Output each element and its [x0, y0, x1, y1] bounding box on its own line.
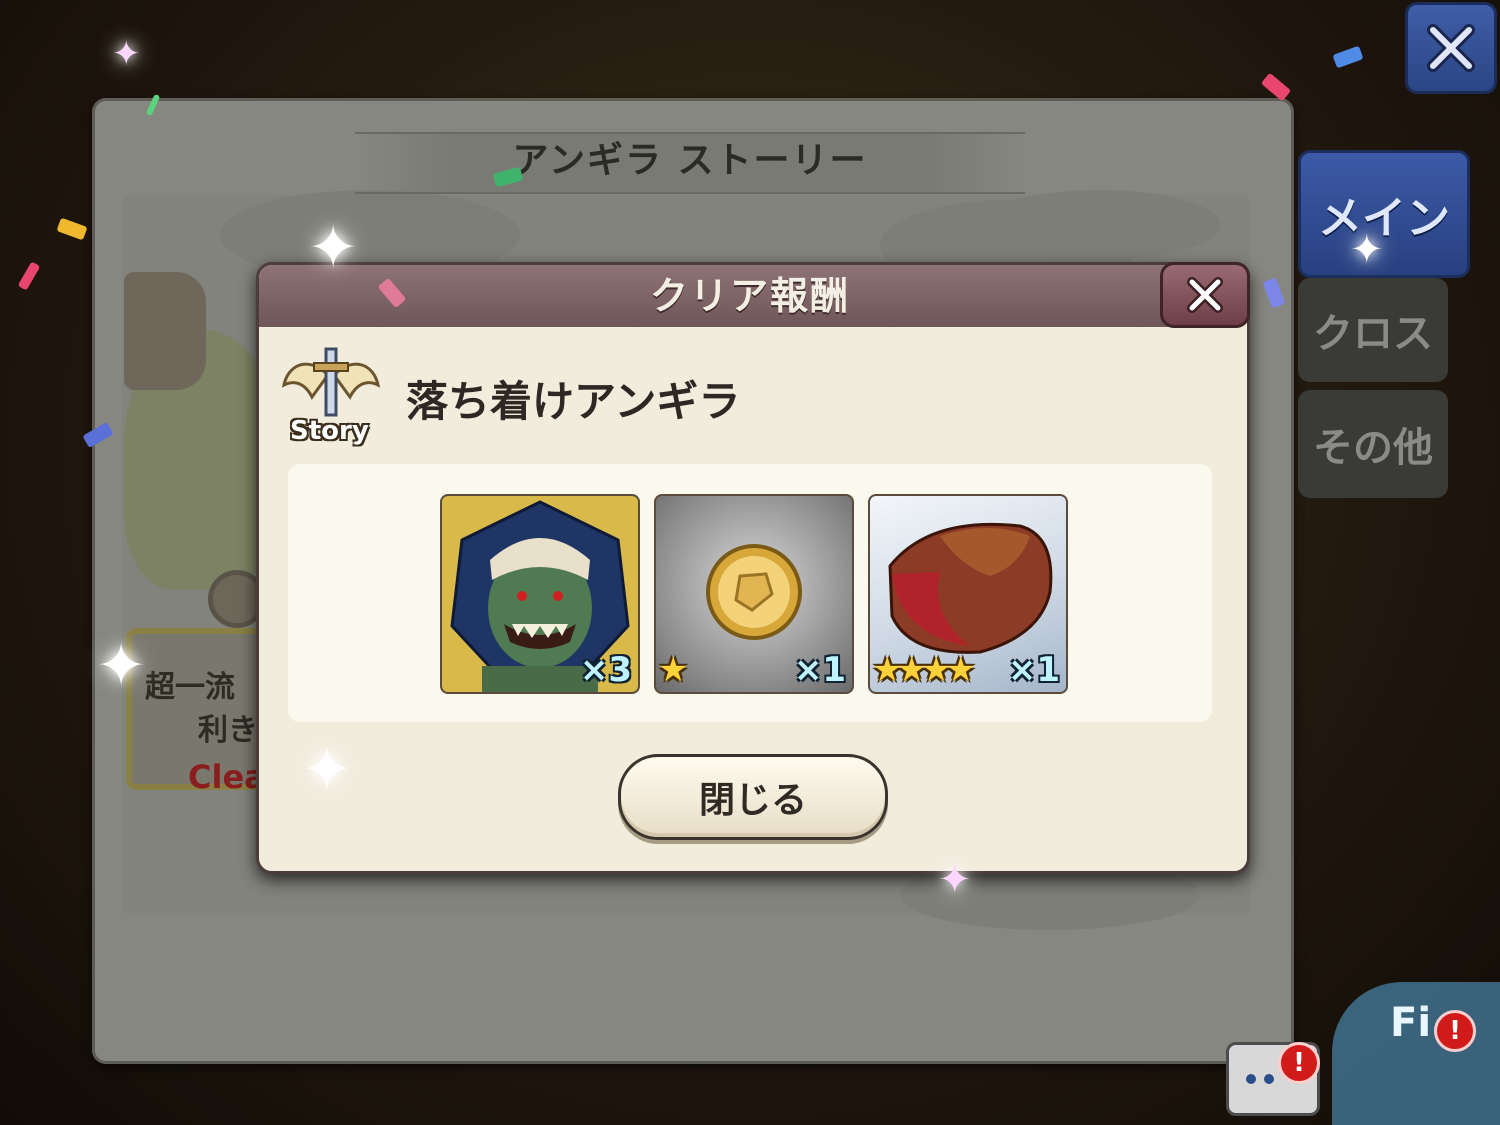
sparkle-decoration: ✦ — [96, 631, 147, 701]
reward-rarity-stars: ★★★★ — [872, 650, 976, 690]
reward-quantity: ×1 — [1007, 650, 1060, 690]
reward-orc-monster[interactable]: ×3 — [440, 494, 640, 694]
sparkle-decoration: ✦ — [112, 34, 141, 74]
tab-other[interactable]: その他 — [1298, 390, 1448, 498]
chat-alert-badge: ! — [1278, 1042, 1320, 1084]
sparkle-decoration: ✦ — [1350, 227, 1384, 273]
cloud-decoration — [980, 190, 1220, 260]
confetti-decoration — [56, 217, 88, 241]
quest-clear-status: Clea — [188, 758, 256, 796]
close-icon — [1187, 277, 1223, 313]
tab-main[interactable]: メイン — [1298, 150, 1470, 278]
dialog-close-button[interactable] — [1160, 262, 1250, 328]
quest-card-title-line1: 超一流 — [145, 670, 235, 705]
quest-name: 落ち着けアンギラ — [406, 377, 741, 426]
reward-quantity: ×1 — [793, 650, 846, 690]
field-alert-badge: ! — [1434, 1010, 1476, 1052]
reward-gold-coin[interactable]: ★ ×1 — [654, 494, 854, 694]
close-icon — [1427, 24, 1475, 72]
sparkle-decoration: ✦ — [302, 735, 353, 805]
top-close-button[interactable] — [1405, 2, 1497, 94]
sparkle-decoration: ✦ — [308, 213, 359, 283]
treasure-chest-icon[interactable] — [124, 272, 206, 390]
quest-card-title-line2: 利き — [198, 713, 256, 748]
reward-rarity-stars: ★ — [658, 650, 689, 690]
tab-cross[interactable]: クロス — [1298, 278, 1448, 382]
confetti-decoration — [17, 261, 41, 291]
sparkle-decoration: ✦ — [938, 857, 972, 903]
close-dialog-button[interactable]: 閉じる — [618, 754, 888, 840]
reward-meat[interactable]: ★★★★ ×1 — [868, 494, 1068, 694]
confetti-decoration — [1332, 45, 1364, 69]
story-badge-label: Story — [290, 416, 369, 446]
reward-quantity: ×3 — [579, 650, 632, 690]
dialog-title: クリア報酬 — [649, 274, 850, 318]
story-title: アンギラ ストーリー — [512, 140, 868, 181]
